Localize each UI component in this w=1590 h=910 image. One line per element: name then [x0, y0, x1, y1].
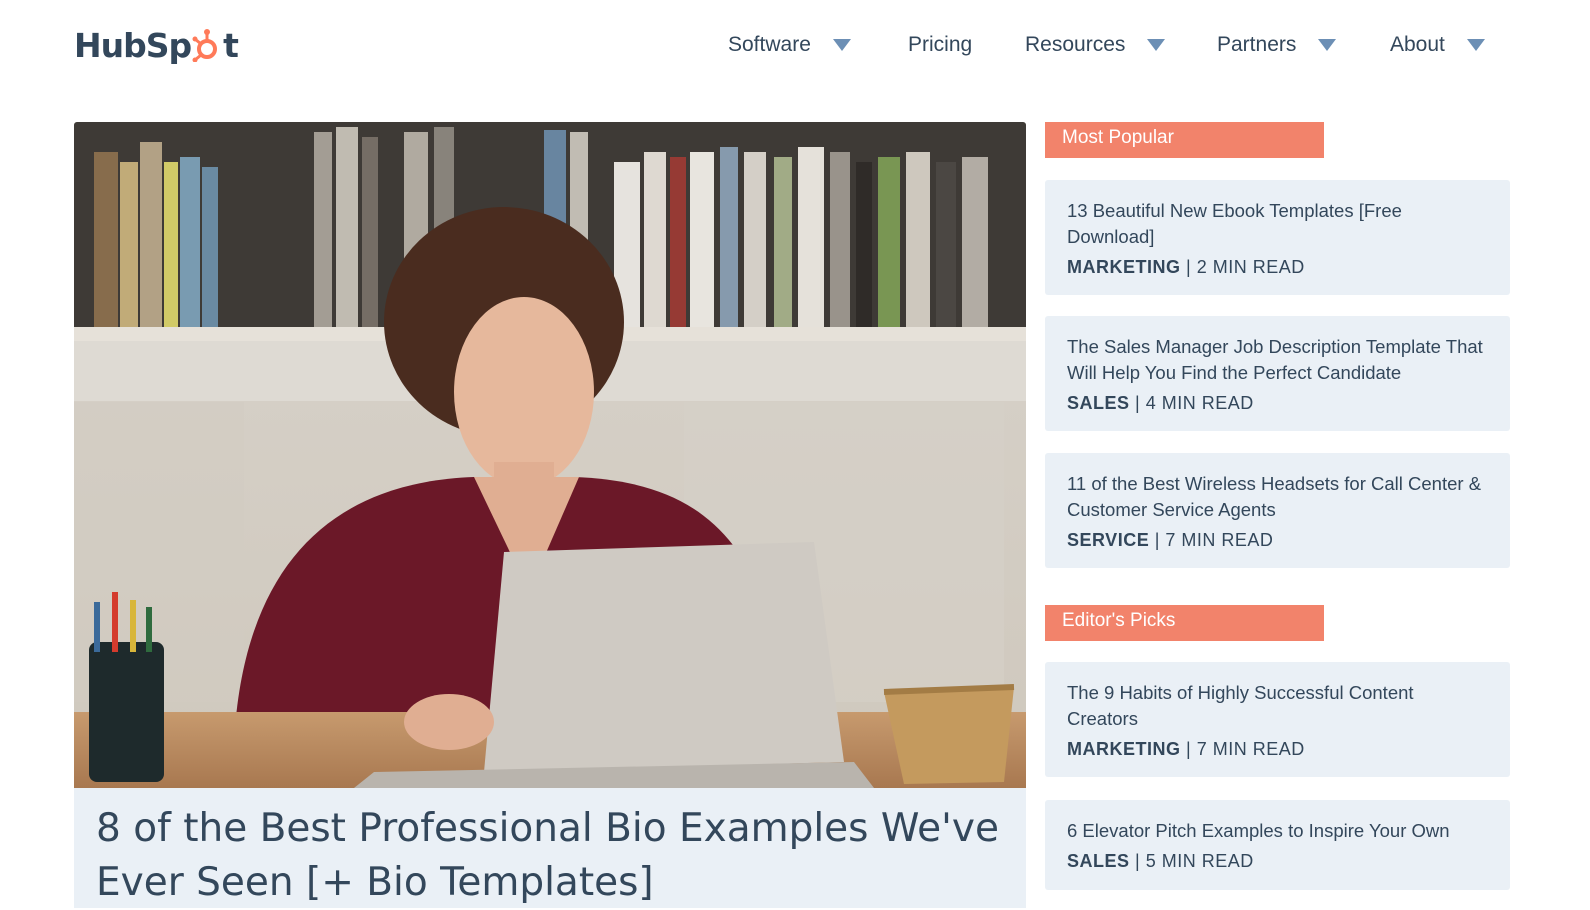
card-title[interactable]: The 9 Habits of Highly Successful Conten… — [1067, 680, 1488, 732]
card-meta: MARKETING | 7 MIN READ — [1067, 736, 1488, 762]
card-title[interactable]: The Sales Manager Job Description Templa… — [1067, 334, 1488, 386]
nav-software[interactable]: Software — [728, 28, 851, 62]
card-meta: MARKETING | 2 MIN READ — [1067, 254, 1488, 280]
nav-resources-label: Resources — [1025, 33, 1126, 56]
card-read-time: | 7 MIN READ — [1186, 739, 1305, 759]
chevron-down-icon — [1147, 39, 1166, 51]
nav-pricing-label: Pricing — [908, 33, 973, 56]
article-title-box[interactable]: 8 of the Best Professional Bio Examples … — [74, 788, 1026, 908]
hero-image[interactable] — [74, 122, 1026, 788]
article-title[interactable]: 8 of the Best Professional Bio Examples … — [96, 802, 1016, 910]
hubspot-logo[interactable]: HubSp t — [74, 22, 239, 68]
card-title[interactable]: 11 of the Best Wireless Headsets for Cal… — [1067, 471, 1488, 523]
nav-pricing[interactable]: Pricing — [908, 28, 972, 62]
nav-resources[interactable]: Resources — [1025, 28, 1166, 62]
popular-card-3[interactable]: 11 of the Best Wireless Headsets for Cal… — [1045, 453, 1510, 568]
card-meta: SALES | 5 MIN READ — [1067, 848, 1488, 874]
nav-about[interactable]: About — [1390, 28, 1485, 62]
most-popular-label: Most Popular — [1045, 122, 1324, 158]
popular-card-1[interactable]: 13 Beautiful New Ebook Templates [Free D… — [1045, 180, 1510, 295]
editors-picks-label: Editor's Picks — [1045, 605, 1324, 641]
nav-partners-label: Partners — [1217, 33, 1297, 56]
card-meta: SERVICE | 7 MIN READ — [1067, 527, 1488, 553]
sprocket-icon — [192, 28, 222, 63]
card-category[interactable]: MARKETING — [1067, 739, 1181, 759]
card-meta: SALES | 4 MIN READ — [1067, 390, 1488, 416]
card-read-time: | 7 MIN READ — [1154, 530, 1274, 550]
logo-text-left: HubSp — [74, 25, 192, 65]
card-category[interactable]: MARKETING — [1067, 257, 1181, 277]
nav-software-label: Software — [728, 33, 811, 56]
card-read-time: | 5 MIN READ — [1135, 851, 1254, 871]
nav-partners[interactable]: Partners — [1217, 28, 1337, 62]
card-read-time: | 4 MIN READ — [1135, 393, 1254, 413]
logo-text-right: t — [223, 25, 239, 65]
chevron-down-icon — [1318, 39, 1337, 51]
card-title[interactable]: 6 Elevator Pitch Examples to Inspire You… — [1067, 818, 1488, 844]
nav-about-label: About — [1390, 33, 1445, 56]
chevron-down-icon — [1466, 39, 1485, 51]
card-category[interactable]: SALES — [1067, 851, 1130, 871]
editors-card-1[interactable]: The 9 Habits of Highly Successful Conten… — [1045, 662, 1510, 777]
card-category[interactable]: SERVICE — [1067, 530, 1149, 550]
card-read-time: | 2 MIN READ — [1186, 257, 1305, 277]
editors-card-2[interactable]: 6 Elevator Pitch Examples to Inspire You… — [1045, 800, 1510, 890]
card-title[interactable]: 13 Beautiful New Ebook Templates [Free D… — [1067, 198, 1488, 250]
card-category[interactable]: SALES — [1067, 393, 1130, 413]
popular-card-2[interactable]: The Sales Manager Job Description Templa… — [1045, 316, 1510, 431]
chevron-down-icon — [832, 39, 851, 51]
